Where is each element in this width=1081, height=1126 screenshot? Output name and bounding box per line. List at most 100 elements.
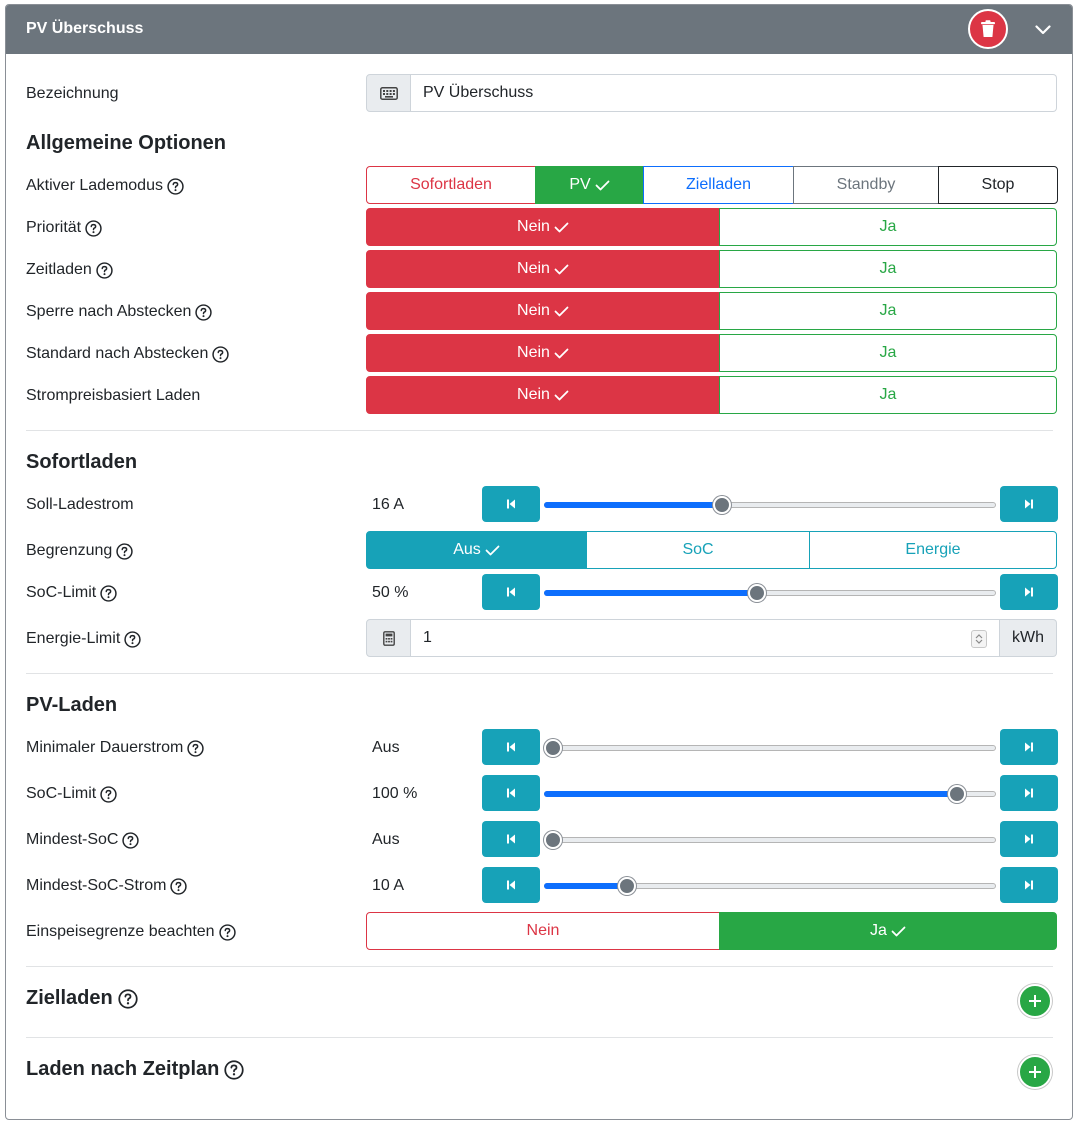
slider-thumb[interactable] <box>544 739 562 757</box>
toggle-label-sperre: Sperre nach Abstecken <box>26 303 213 321</box>
help-icon[interactable] <box>96 261 113 279</box>
help-icon[interactable] <box>100 584 117 602</box>
limit-energie[interactable]: Energie <box>809 531 1057 569</box>
slider-thumb[interactable] <box>713 496 732 514</box>
current-slider[interactable] <box>544 495 996 515</box>
toggle-yes-button[interactable]: Ja <box>719 376 1057 414</box>
toggle-strompreis: Nein Ja <box>366 376 1057 414</box>
step-forward-icon <box>1025 499 1033 509</box>
min-current-slider[interactable] <box>544 738 996 758</box>
add-target-button[interactable] <box>1018 984 1052 1018</box>
help-icon[interactable] <box>85 219 102 237</box>
slider-thumb[interactable] <box>617 877 636 895</box>
limit-label: Begrenzung <box>26 542 133 560</box>
charge-template-card: PV Überschuss Bezeichnung PV Überschuss … <box>5 4 1073 1120</box>
help-icon[interactable] <box>195 303 213 321</box>
increase-button[interactable] <box>1000 867 1058 903</box>
help-icon[interactable] <box>116 542 133 560</box>
help-icon[interactable] <box>170 877 188 895</box>
toggle-no-button[interactable]: Nein <box>366 208 720 246</box>
section-title-pv: PV-Laden <box>26 694 118 716</box>
mode-button-group: Sofortladen PV Zielladen Standby Stop <box>366 166 1058 204</box>
min-soc-slider[interactable] <box>544 830 996 850</box>
pv-slider-label-min-soc: Mindest-SoC <box>26 831 140 849</box>
feed-in-toggle: Nein Ja <box>366 912 1057 950</box>
mode-pv[interactable]: PV <box>535 166 644 204</box>
decrease-button[interactable] <box>482 867 540 903</box>
toggle-no-button[interactable]: Nein <box>366 912 720 950</box>
toggle-no-label: Nein <box>517 386 550 403</box>
help-icon[interactable] <box>224 1059 244 1080</box>
slider-thumb[interactable] <box>544 831 562 849</box>
slider-thumb[interactable] <box>947 785 966 803</box>
slider-fill <box>544 590 757 596</box>
toggle-yes-button[interactable]: Ja <box>719 912 1057 950</box>
card-title: PV Überschuss <box>26 20 144 37</box>
section-title-text: Zielladen <box>26 987 113 1009</box>
collapse-button[interactable] <box>1032 19 1054 41</box>
help-icon[interactable] <box>118 988 138 1009</box>
help-icon[interactable] <box>167 177 184 195</box>
decrease-button[interactable] <box>482 574 540 610</box>
min-soc-current-slider[interactable] <box>544 876 996 896</box>
toggle-no-button[interactable]: Nein <box>366 376 720 414</box>
mode-standby[interactable]: Standby <box>793 166 939 204</box>
help-icon[interactable] <box>212 345 230 363</box>
toggle-standard: Nein Ja <box>366 334 1057 372</box>
toggle-yes-button[interactable]: Ja <box>719 292 1057 330</box>
mode-sofortladen[interactable]: Sofortladen <box>366 166 536 204</box>
limit-aus[interactable]: Aus <box>366 531 587 569</box>
pv-slider-label-min-current: Minimaler Dauerstrom <box>26 739 205 757</box>
decrease-button[interactable] <box>482 486 540 522</box>
delete-button[interactable] <box>968 9 1008 49</box>
limit-soc[interactable]: SoC <box>586 531 810 569</box>
soc-limit-slider[interactable] <box>544 583 996 603</box>
energy-limit-input[interactable]: 1 <box>411 619 1000 657</box>
decrease-button[interactable] <box>482 821 540 857</box>
pv-slider-label-text: Mindest-SoC-Strom <box>26 877 167 894</box>
increase-button[interactable] <box>1000 729 1058 765</box>
toggle-yes-button[interactable]: Ja <box>719 250 1057 288</box>
mode-option-label: Zielladen <box>686 176 751 193</box>
increase-button[interactable] <box>1000 574 1058 610</box>
toggle-no-label: Nein <box>517 344 550 361</box>
help-icon[interactable] <box>124 630 141 648</box>
help-icon[interactable] <box>187 739 205 757</box>
pv-slider-value: Aus <box>372 739 400 756</box>
check-icon <box>891 926 906 936</box>
card-header[interactable]: PV Überschuss <box>6 5 1072 54</box>
increase-button[interactable] <box>1000 821 1058 857</box>
increase-button[interactable] <box>1000 775 1058 811</box>
limit-label-text: Begrenzung <box>26 542 113 559</box>
toggle-no-button[interactable]: Nein <box>366 334 720 372</box>
help-icon[interactable] <box>122 831 140 849</box>
energy-limit-value: 1 <box>423 629 432 646</box>
name-input[interactable]: PV Überschuss <box>411 74 1057 112</box>
help-icon[interactable] <box>100 785 117 803</box>
current-label: Soll-Ladestrom <box>26 496 134 513</box>
mode-zielladen[interactable]: Zielladen <box>643 166 794 204</box>
increase-button[interactable] <box>1000 486 1058 522</box>
help-icon[interactable] <box>218 923 236 941</box>
slider-track <box>544 745 996 751</box>
mode-stop[interactable]: Stop <box>938 166 1058 204</box>
decrease-button[interactable] <box>482 775 540 811</box>
feed-in-label-text: Einspeisegrenze beachten <box>26 923 215 940</box>
toggle-label-strompreis: Strompreisbasiert Laden <box>26 387 200 405</box>
slider-thumb[interactable] <box>747 584 766 602</box>
toggle-no-button[interactable]: Nein <box>366 250 720 288</box>
step-forward-icon <box>1025 587 1033 597</box>
pv-soc-limit-slider[interactable] <box>544 784 996 804</box>
limit-option-label: SoC <box>682 541 714 558</box>
check-icon <box>485 545 500 555</box>
toggle-yes-button[interactable]: Ja <box>719 334 1057 372</box>
energy-limit-input-group: 1 kWh <box>366 619 1057 657</box>
decrease-button[interactable] <box>482 729 540 765</box>
number-spinner[interactable] <box>971 630 987 648</box>
toggle-no-button[interactable]: Nein <box>366 292 720 330</box>
pv-slider-value: 100 % <box>372 785 418 802</box>
section-title-text: Laden nach Zeitplan <box>26 1058 220 1080</box>
toggle-yes-button[interactable]: Ja <box>719 208 1057 246</box>
add-schedule-button[interactable] <box>1018 1055 1052 1089</box>
pv-slider-label-text: Minimaler Dauerstrom <box>26 739 184 756</box>
